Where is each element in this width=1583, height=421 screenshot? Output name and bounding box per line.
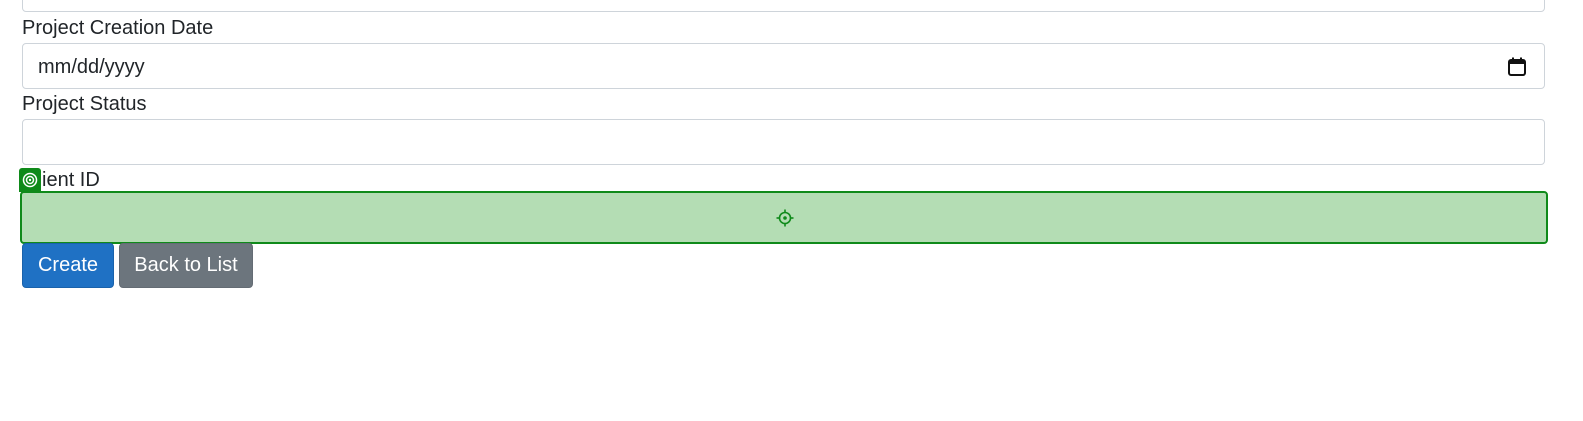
status-label: Project Status xyxy=(22,93,147,115)
previous-input-field[interactable] xyxy=(22,0,1545,12)
target-icon xyxy=(19,168,41,192)
client-id-label: ient ID xyxy=(42,169,100,191)
crosshair-icon xyxy=(776,209,794,227)
creation-date-label: Project Creation Date xyxy=(22,17,214,39)
create-button[interactable]: Create xyxy=(22,243,114,288)
back-to-list-button[interactable]: Back to List xyxy=(119,243,253,288)
status-input[interactable] xyxy=(22,119,1545,165)
calendar-icon[interactable] xyxy=(1508,57,1526,76)
creation-date-placeholder: mm/dd/yyyy xyxy=(38,56,145,78)
creation-date-input[interactable]: mm/dd/yyyy xyxy=(22,43,1545,89)
create-project-form: Project Creation Date mm/dd/yyyy Project… xyxy=(0,0,1583,421)
client-id-input[interactable] xyxy=(20,191,1548,244)
